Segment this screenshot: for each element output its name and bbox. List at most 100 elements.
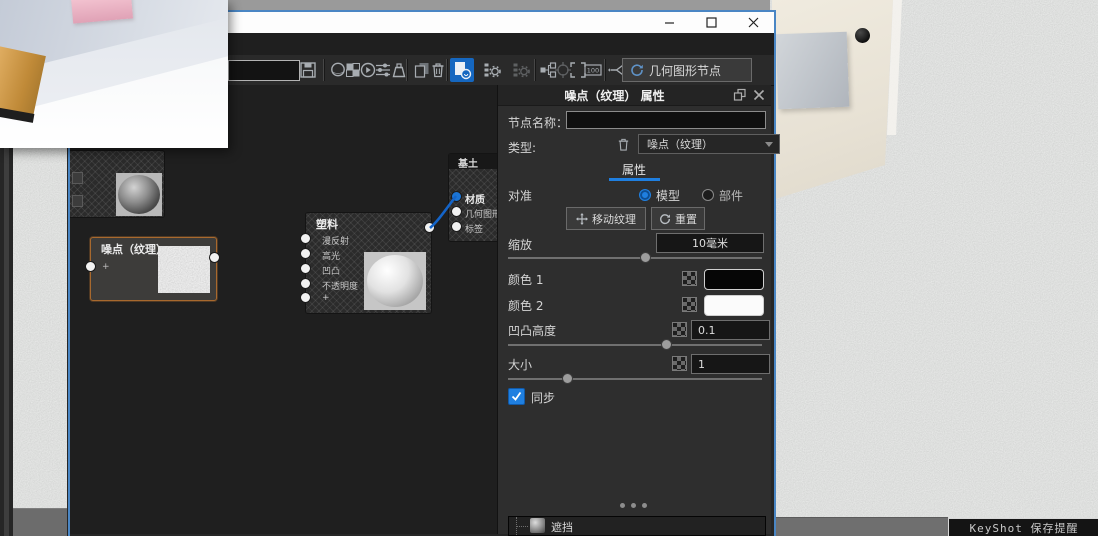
plastic-port-opacity[interactable] bbox=[300, 278, 311, 289]
radio-part[interactable] bbox=[702, 189, 714, 201]
nodes-gear-icon[interactable] bbox=[482, 60, 502, 80]
size-slider[interactable] bbox=[508, 378, 762, 380]
bump-slider[interactable] bbox=[508, 344, 762, 346]
graph-search-input[interactable] bbox=[228, 60, 300, 81]
bump-value-field[interactable]: 0.1 bbox=[691, 320, 770, 340]
port-label-diffuse: 漫反射 bbox=[322, 234, 349, 247]
preview-thumbnails-icon[interactable] bbox=[450, 58, 474, 82]
size-value: 1 bbox=[698, 358, 705, 371]
node-name-label: 节点名称： bbox=[508, 114, 568, 131]
bump-value: 0.1 bbox=[698, 324, 716, 337]
scale-slider-knob[interactable] bbox=[640, 252, 651, 263]
radio-part-label[interactable]: 部件 bbox=[719, 187, 743, 204]
noise-output-port[interactable] bbox=[209, 252, 220, 263]
node-title: 塑料 bbox=[316, 216, 338, 232]
color2-swatch[interactable] bbox=[704, 295, 764, 316]
node-plastic[interactable]: 塑料 漫反射 高光 凹凸 不透明度 + bbox=[305, 212, 432, 314]
undock-icon[interactable] bbox=[733, 88, 747, 102]
tree-line bbox=[516, 526, 528, 527]
root-label-port[interactable] bbox=[451, 221, 462, 232]
port-label-bump: 凹凸 bbox=[322, 264, 340, 277]
color1-swatch[interactable] bbox=[704, 269, 764, 290]
scene-black-knob bbox=[855, 28, 870, 43]
node-noise-texture[interactable]: 噪点（纹理） + bbox=[90, 237, 217, 301]
move-icon bbox=[576, 213, 588, 225]
toolbar-separator bbox=[446, 59, 448, 81]
node-name-input[interactable] bbox=[566, 111, 766, 129]
chevron-down-icon bbox=[765, 142, 773, 147]
move-texture-button[interactable]: 移动纹理 bbox=[566, 207, 646, 230]
tree-item-occlusion[interactable]: 遮挡 bbox=[551, 519, 573, 535]
zoom-100-icon[interactable]: 100 bbox=[583, 60, 603, 80]
scene-floor-bar bbox=[770, 517, 948, 536]
port-label-specular: 高光 bbox=[322, 249, 340, 262]
port-label-opacity: 不透明度 bbox=[322, 279, 358, 292]
toolbar-separator bbox=[323, 59, 325, 81]
root-node-header: 基土 bbox=[449, 154, 497, 169]
size-texture-button[interactable] bbox=[672, 356, 687, 371]
clipped-port-label bbox=[72, 172, 83, 184]
toolbar-separator bbox=[534, 59, 536, 81]
material-thumbnail bbox=[116, 173, 162, 216]
toast-text: KeyShot 保存提醒 bbox=[970, 520, 1079, 536]
panel-close-icon[interactable] bbox=[752, 88, 766, 102]
root-material-port-connected[interactable] bbox=[451, 191, 462, 202]
color2-label: 颜色 2 bbox=[508, 297, 543, 314]
radio-model[interactable] bbox=[639, 189, 651, 201]
bump-label: 凹凸高度 bbox=[508, 322, 556, 339]
plastic-port-bump[interactable] bbox=[300, 263, 311, 274]
sync-checkbox[interactable] bbox=[508, 388, 525, 405]
maximize-button[interactable] bbox=[690, 12, 732, 33]
trash-icon[interactable] bbox=[428, 60, 448, 80]
clipped-port-label bbox=[72, 195, 83, 207]
type-trash-icon[interactable] bbox=[615, 136, 632, 153]
radio-model-label[interactable]: 模型 bbox=[656, 187, 680, 204]
tab-properties[interactable]: 属性 bbox=[604, 161, 664, 178]
scale-slider[interactable] bbox=[508, 257, 762, 259]
scene-floor-left bbox=[13, 508, 67, 536]
bump-texture-button[interactable] bbox=[672, 322, 687, 337]
toolbar-separator bbox=[406, 59, 408, 81]
panel-splitter[interactable] bbox=[620, 503, 647, 508]
move-texture-label: 移动纹理 bbox=[592, 211, 636, 227]
nodes-gear-dim-icon[interactable] bbox=[511, 60, 531, 80]
color1-texture-button[interactable] bbox=[682, 271, 697, 286]
root-geometry-port[interactable] bbox=[451, 206, 462, 217]
reset-icon bbox=[659, 213, 671, 225]
sync-label[interactable]: 同步 bbox=[531, 389, 555, 406]
scale-value-field[interactable]: 10毫米 bbox=[656, 233, 764, 253]
stucco-wall-left bbox=[13, 148, 67, 536]
color1-label: 颜色 1 bbox=[508, 271, 543, 288]
color2-texture-button[interactable] bbox=[682, 297, 697, 312]
screen: KeyShot 保存提醒 bbox=[0, 0, 1098, 536]
bump-slider-knob[interactable] bbox=[661, 339, 672, 350]
noise-input-port[interactable] bbox=[85, 261, 96, 272]
noise-thumbnail bbox=[158, 246, 210, 293]
render-preview-window bbox=[0, 0, 228, 148]
svg-text:100: 100 bbox=[587, 67, 599, 75]
geometry-node-button[interactable]: 几何图形节点 bbox=[622, 58, 752, 82]
plastic-port-add[interactable] bbox=[300, 292, 311, 303]
plastic-port-specular[interactable] bbox=[300, 248, 311, 259]
plastic-port-diffuse[interactable] bbox=[300, 233, 311, 244]
toolbar-separator bbox=[604, 59, 606, 81]
reset-label: 重置 bbox=[675, 211, 697, 227]
panel-header: 噪点（纹理） 属性 bbox=[498, 85, 771, 106]
size-value-field[interactable]: 1 bbox=[691, 354, 770, 374]
save-reminder-toast: KeyShot 保存提醒 bbox=[948, 518, 1098, 536]
properties-panel: 噪点（纹理） 属性 节点名称： 类型: 噪点（纹理） bbox=[497, 85, 771, 534]
scene-render-right: KeyShot 保存提醒 bbox=[770, 0, 1098, 536]
port-label-material: 材质 bbox=[465, 191, 485, 206]
type-dropdown[interactable]: 噪点（纹理） bbox=[638, 134, 780, 154]
minimize-button[interactable] bbox=[648, 12, 690, 33]
port-label-label: 标签 bbox=[465, 222, 483, 235]
save-icon[interactable] bbox=[298, 60, 318, 80]
plastic-output-port[interactable] bbox=[424, 222, 435, 233]
size-slider-knob[interactable] bbox=[562, 373, 573, 384]
scale-label: 缩放 bbox=[508, 236, 532, 253]
type-label: 类型: bbox=[508, 139, 536, 156]
node-graph-canvas[interactable]: 噪点（纹理） + 塑料 漫反射 高光 凹凸 不透明度 + bbox=[70, 85, 497, 534]
node-clipped-material[interactable] bbox=[70, 150, 165, 218]
close-button[interactable] bbox=[732, 12, 774, 33]
reset-button[interactable]: 重置 bbox=[651, 207, 705, 230]
